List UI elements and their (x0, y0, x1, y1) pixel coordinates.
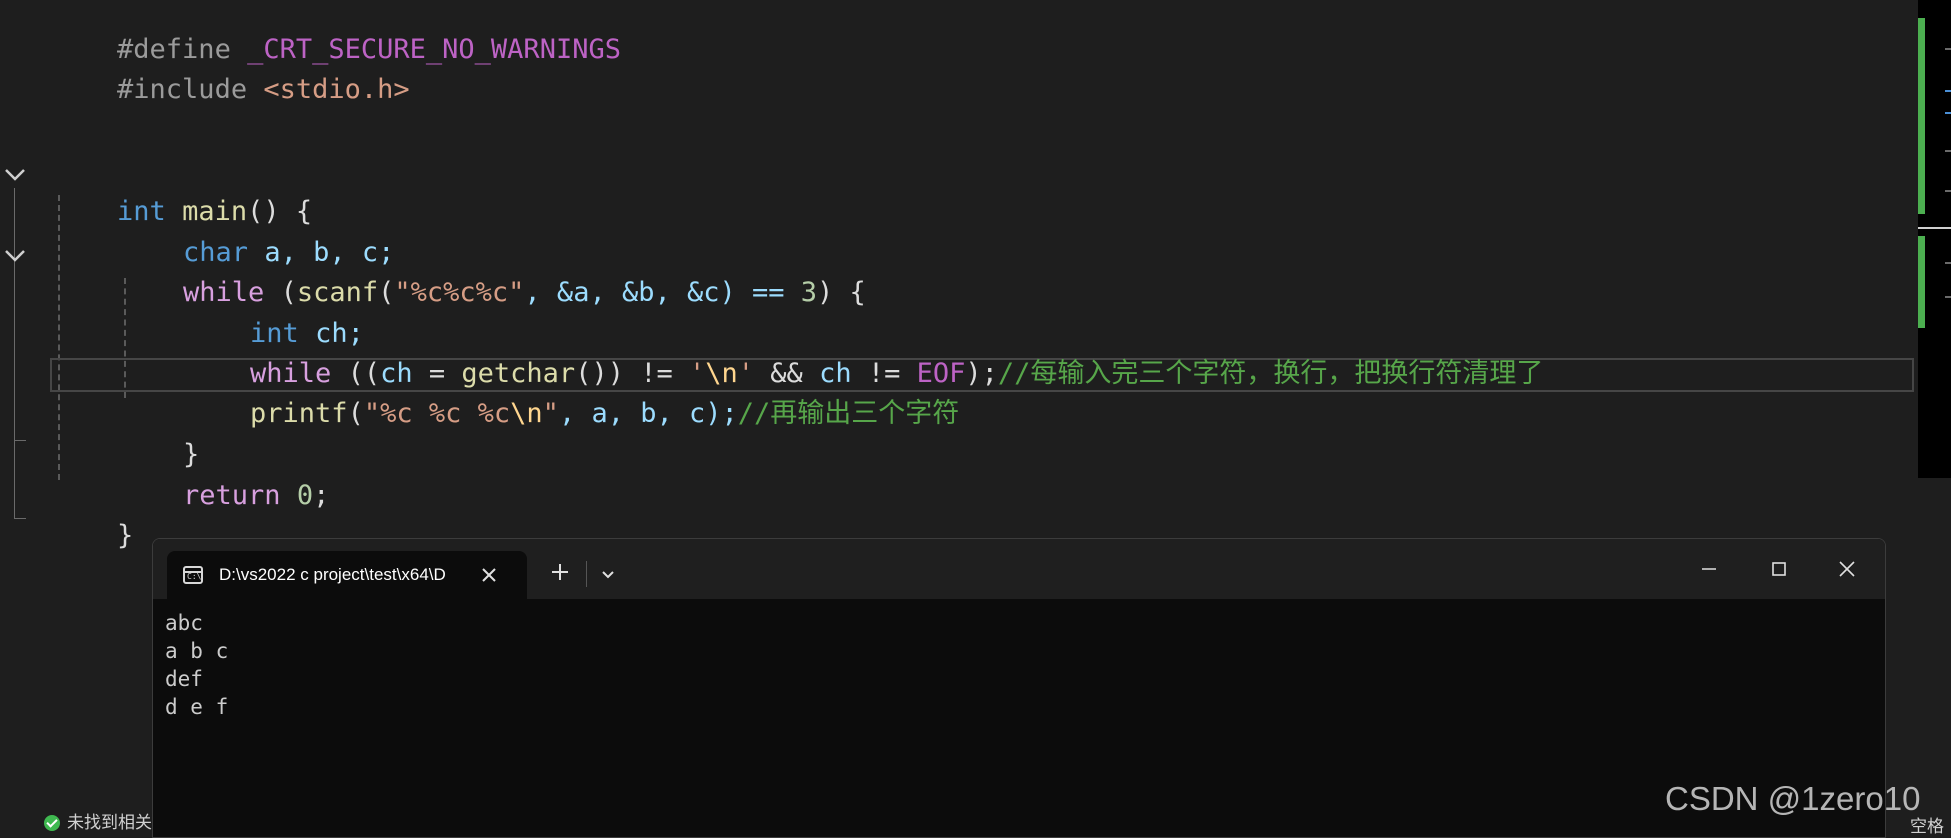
close-window-icon[interactable] (1827, 549, 1867, 589)
change-marker (1918, 236, 1925, 328)
terminal-output[interactable]: abc a b c def d e f (165, 609, 228, 721)
fold-guide-main-end (14, 518, 26, 519)
terminal-output-line: def (165, 667, 203, 691)
fold-chevron-icon[interactable] (2, 242, 28, 268)
change-marker (1918, 18, 1925, 214)
chevron-down-icon[interactable] (595, 561, 621, 587)
check-circle-icon (44, 815, 60, 831)
maximize-icon[interactable] (1759, 549, 1799, 589)
code-line-while-getchar: while ((ch = getchar()) != '\n' && ch !=… (185, 317, 1543, 389)
punctuation: ( (378, 277, 395, 308)
titlebar-divider (586, 561, 587, 587)
code-line-printf: printf("%c %c %c\n", a, b, c);//再输出三个字符 (185, 357, 959, 429)
minimap-tick (1945, 296, 1951, 298)
status-bar-issues[interactable]: 未找到相关 (0, 810, 152, 836)
status-text: 未找到相关 (67, 813, 152, 832)
punctuation: } (117, 520, 134, 551)
minimap-tick (1945, 90, 1951, 92)
preprocessor-keyword: #include (117, 74, 248, 105)
fold-chevron-icon[interactable] (2, 161, 28, 187)
new-tab-plus-icon[interactable] (545, 557, 575, 587)
punctuation: ) { (817, 277, 866, 308)
punctuation: ; (313, 480, 330, 511)
terminal-window[interactable]: C:\ D:\vs2022 c project\test\x64\D abc a… (152, 538, 1886, 838)
minimap-tick (1945, 262, 1951, 264)
close-tab-icon[interactable] (477, 563, 501, 587)
minimap-tick (1945, 112, 1951, 114)
terminal-tab[interactable]: C:\ D:\vs2022 c project\test\x64\D (167, 551, 527, 599)
terminal-output-line: abc (165, 611, 203, 635)
tab-title: D:\vs2022 c project\test\x64\D (219, 565, 446, 584)
console-icon: C:\ (183, 566, 203, 584)
code-line-main: int main() { (52, 155, 312, 227)
arguments: , a, b, c); (558, 398, 738, 429)
function-name: printf (250, 398, 348, 429)
escape-sequence: \n (510, 398, 543, 429)
include-file: <stdio.h> (263, 74, 410, 105)
minimap-tick (1945, 190, 1951, 192)
minimap-tick (1945, 48, 1951, 50)
minimize-icon[interactable] (1689, 549, 1729, 589)
code-line-int-ch: int ch; (185, 277, 364, 349)
code-comment: //每输入完三个字符，换行，把换行符清理了 (997, 358, 1544, 389)
arguments: , &a, &b, &c) == (524, 277, 801, 308)
control-keyword: return (183, 480, 281, 511)
fold-guide-while (14, 270, 15, 440)
string-literal: " (542, 398, 559, 429)
terminal-titlebar[interactable]: C:\ D:\vs2022 c project\test\x64\D (153, 539, 1885, 599)
number-literal: 3 (800, 277, 818, 308)
code-line-close-main: } (52, 479, 133, 551)
string-literal: "%c%c%c" (394, 277, 525, 308)
terminal-output-line: d e f (165, 695, 229, 719)
code-line-return: return 0; (118, 439, 329, 511)
string-literal: "%c %c %c (363, 398, 511, 429)
code-comment: //再输出三个字符 (737, 398, 960, 429)
minimap-tick (1945, 150, 1951, 152)
terminal-output-line: a b c (165, 639, 229, 663)
fold-guide-while-end (14, 440, 26, 441)
number-literal: 0 (280, 480, 314, 511)
code-line-char-decl: char a, b, c; (118, 196, 394, 268)
code-line-include: #include <stdio.h> (52, 33, 410, 105)
code-line-while-scanf: while (scanf("%c%c%c", &a, &b, &c) == 3)… (118, 236, 866, 308)
punctuation: ); (965, 358, 998, 389)
watermark: CSDN @1zero10 (1665, 780, 1921, 817)
vertical-scrollbar[interactable] (1918, 0, 1951, 478)
code-line-define: #define _CRT_SECURE_NO_WARNINGS (52, 0, 621, 65)
punctuation: ( (347, 398, 364, 429)
scroll-position-indicator[interactable] (1918, 227, 1951, 229)
code-line-close-while: } (118, 398, 199, 470)
